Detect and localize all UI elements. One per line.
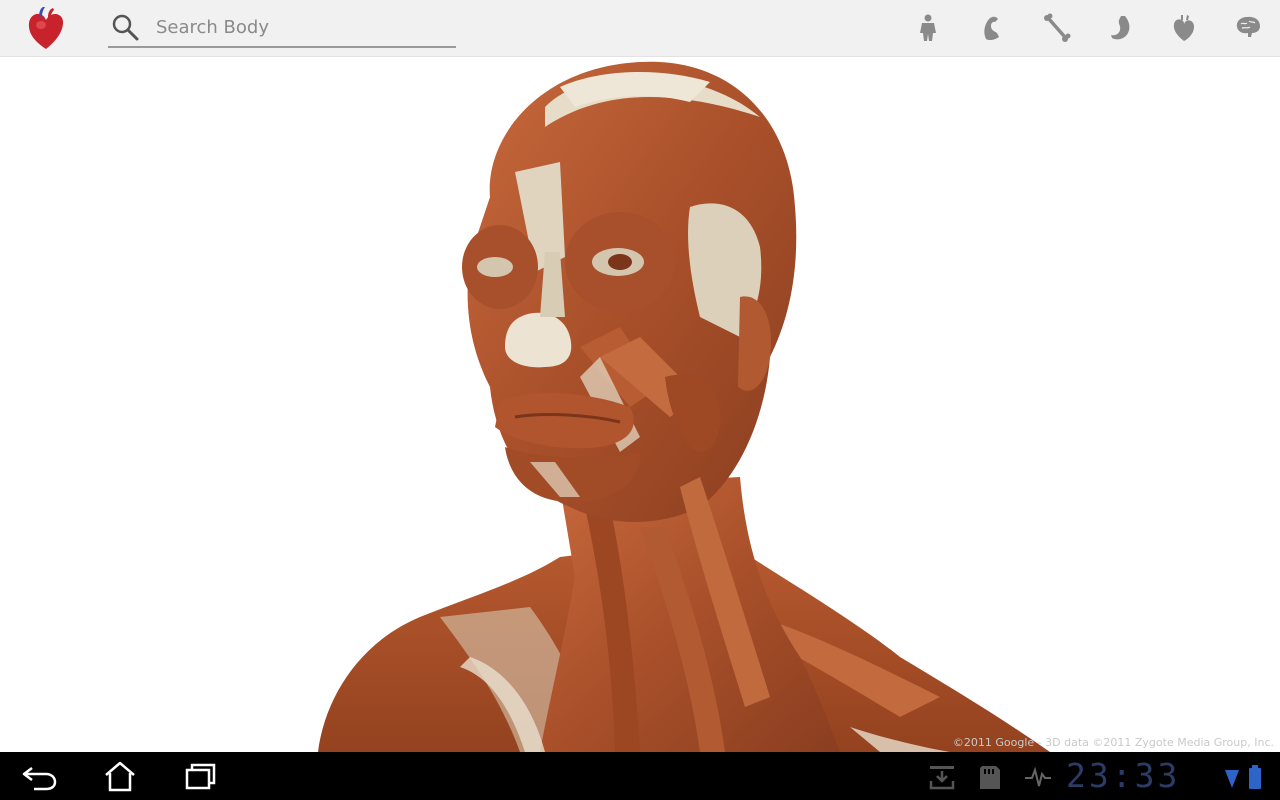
skin-layer-button[interactable] bbox=[908, 10, 948, 46]
muscle-layer-button[interactable] bbox=[972, 10, 1012, 46]
back-button[interactable] bbox=[20, 760, 60, 792]
download-icon bbox=[928, 764, 956, 790]
home-button[interactable] bbox=[100, 760, 140, 792]
heart-outline-icon bbox=[1173, 15, 1194, 41]
skeleton-layer-button[interactable] bbox=[1036, 10, 1076, 46]
stomach-icon bbox=[1111, 16, 1130, 40]
search-icon bbox=[112, 14, 139, 41]
status-clock: 23:33 bbox=[1066, 756, 1181, 795]
sd-card-icon bbox=[976, 764, 1004, 790]
recent-apps-icon bbox=[185, 763, 216, 790]
back-icon bbox=[22, 767, 57, 791]
nervous-layer-button[interactable] bbox=[1228, 10, 1268, 46]
anatomy-3d-viewport[interactable]: ©2011 Google - 3D data ©2011 Zygote Medi… bbox=[0, 57, 1280, 752]
activity-icon bbox=[1024, 764, 1052, 790]
search-input[interactable] bbox=[156, 14, 446, 40]
organs-layer-button[interactable] bbox=[1100, 10, 1140, 46]
body-silhouette-icon bbox=[920, 14, 936, 41]
circulatory-layer-button[interactable] bbox=[1164, 10, 1204, 46]
recent-apps-button[interactable] bbox=[180, 760, 220, 792]
system-navigation-bar: 23:33 bbox=[0, 752, 1280, 800]
brain-icon bbox=[1236, 16, 1260, 37]
copyright-notice: ©2011 Google - 3D data ©2011 Zygote Medi… bbox=[952, 736, 1274, 749]
battery-icon bbox=[1246, 764, 1264, 790]
muscle-icon bbox=[984, 16, 999, 41]
heart-icon[interactable] bbox=[26, 5, 66, 51]
bone-icon bbox=[1044, 13, 1071, 42]
search-bar[interactable] bbox=[108, 8, 456, 48]
muscular-head-neck-model[interactable] bbox=[0, 57, 1280, 752]
app-toolbar bbox=[0, 0, 1280, 57]
home-icon bbox=[105, 761, 135, 792]
